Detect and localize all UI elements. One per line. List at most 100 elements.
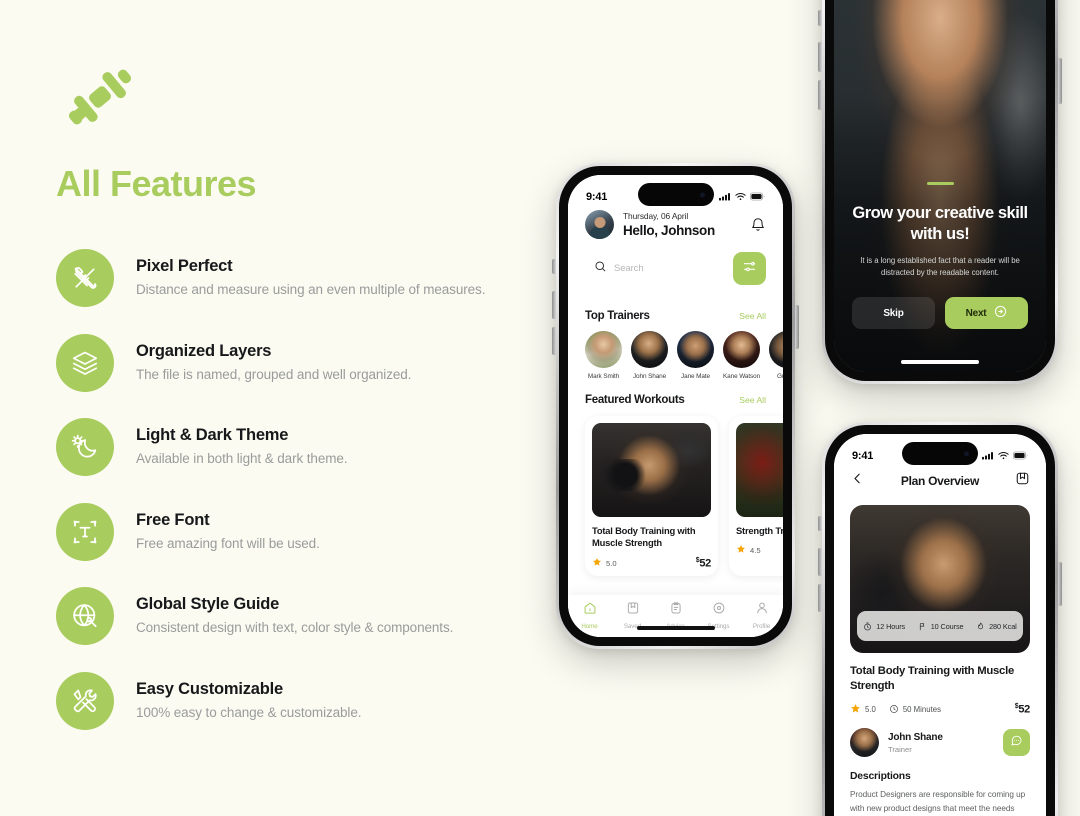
next-button[interactable]: Next: [945, 297, 1028, 329]
feature-item-free-font: Free Font Free amazing font will be used…: [56, 502, 526, 561]
tab-profile[interactable]: Profile: [742, 601, 782, 630]
pagination-dot-active[interactable]: [926, 181, 954, 185]
workout-card[interactable]: Strength Training 4.5: [729, 416, 783, 577]
wifi-icon: [735, 188, 746, 206]
plan-nav-bar: Plan Overview: [834, 471, 1046, 491]
see-all-trainers-link[interactable]: See All: [739, 311, 766, 321]
phone-mockup-plan-overview: 9:41 Plan Overview 12 Hours 10 Course 28…: [818, 422, 1062, 816]
pill-label: 12 Hours: [876, 621, 906, 631]
workout-rating-value: 5.0: [606, 558, 617, 568]
trainer-name: Guy He: [776, 373, 783, 380]
star-icon: [850, 703, 861, 716]
gear-icon: [713, 602, 724, 614]
featured-workouts-header: Featured Workouts See All: [568, 394, 783, 406]
trainer-name: Mark Smith: [587, 373, 620, 380]
home-indicator[interactable]: [636, 626, 715, 630]
plan-nav-title: Plan Overview: [900, 474, 980, 488]
signal-icon: [982, 447, 994, 465]
bell-icon[interactable]: [750, 217, 766, 233]
trainer-item[interactable]: Guy He: [769, 331, 783, 380]
flag-icon: [919, 622, 924, 630]
feature-list: Pixel Perfect Distance and measure using…: [56, 248, 526, 755]
descriptions-body: Product Designers are responsible for co…: [850, 790, 1026, 813]
plan-meta-row: 5.0 50 Minutes $52: [850, 703, 1030, 716]
feature-title: Organized Layers: [136, 341, 272, 360]
search-input[interactable]: Search: [585, 253, 724, 284]
battery-icon: [1013, 447, 1028, 465]
chat-button[interactable]: [1003, 729, 1030, 757]
workout-card-list[interactable]: Total Body Training with Muscle Strength…: [568, 416, 783, 577]
plan-duration: 50 Minutes: [889, 704, 941, 716]
pill-course: 10 Course: [918, 622, 964, 631]
workout-image: [592, 423, 711, 517]
plan-trainer-row[interactable]: John Shane Trainer: [850, 728, 1030, 758]
pill-label: 10 Course: [930, 621, 964, 631]
workout-price: $52: [696, 557, 712, 570]
trainer-item[interactable]: Mark Smith: [585, 331, 622, 380]
chat-icon: [1010, 734, 1023, 752]
star-icon: [736, 544, 746, 556]
plan-rating: 5.0: [850, 703, 876, 716]
tab-home[interactable]: Home: [570, 601, 610, 630]
workout-title: Total Body Training with Muscle Strength: [592, 525, 696, 549]
feature-desc: The file is named, grouped and well orga…: [136, 366, 412, 382]
greeting-row: Thursday, 06 April Hello, Johnson: [585, 210, 766, 239]
greeting-texts: Thursday, 06 April Hello, Johnson: [623, 211, 750, 238]
feature-item-easy-customizable: Easy Customizable 100% easy to change & …: [56, 671, 526, 730]
trainer-avatar: [769, 331, 783, 368]
signal-icon: [719, 188, 731, 206]
tab-label: Profile: [752, 623, 771, 630]
feature-text: Organized Layers The file is named, grou…: [136, 333, 411, 382]
trainer-avatar: [723, 331, 760, 368]
tab-label: Home: [581, 623, 598, 630]
trainer-item[interactable]: Kane Watson: [723, 331, 760, 380]
text-frame-icon: [56, 502, 114, 561]
trainer-avatar: [850, 728, 879, 758]
next-button-label: Next: [965, 307, 987, 319]
timer-icon: [864, 622, 872, 630]
home-icon: [584, 602, 595, 614]
feature-desc: Consistent design with text, color style…: [136, 620, 454, 635]
workout-rating: 5.0: [592, 557, 617, 569]
see-all-workouts-link[interactable]: See All: [739, 395, 766, 405]
trainer-item[interactable]: John Shane: [631, 331, 668, 380]
pill-hours: 12 Hours: [863, 622, 905, 631]
feature-item-light-dark-theme: Light & Dark Theme Available in both lig…: [56, 417, 526, 476]
onboarding-subtitle: It is a long established fact that a rea…: [860, 255, 1020, 277]
feature-desc: Available in both light & dark theme.: [136, 451, 348, 466]
home-indicator[interactable]: [901, 360, 979, 364]
greeting-date: Thursday, 06 April: [623, 211, 689, 221]
workout-card[interactable]: Total Body Training with Muscle Strength…: [585, 416, 718, 577]
trainer-item[interactable]: Jane Mate: [677, 331, 714, 380]
workout-title: Strength Training: [736, 525, 783, 536]
section-title-featured-workouts: Featured Workouts: [585, 394, 685, 406]
battery-icon: [750, 188, 765, 206]
plan-duration-value: 50 Minutes: [902, 705, 941, 715]
onboarding-title: Grow your creative skill with us!: [852, 203, 1028, 243]
onboarding-content: Grow your creative skill with us! It is …: [834, 181, 1046, 329]
trainer-name: John Shane: [888, 731, 943, 743]
workout-image: [736, 423, 783, 517]
trainer-avatar: [631, 331, 668, 368]
trainers-list[interactable]: Mark Smith John Shane Jane Mate Kane Wat…: [568, 331, 783, 380]
chevron-left-icon[interactable]: [850, 471, 865, 491]
feature-title: Global Style Guide: [136, 595, 280, 613]
search-row: Search: [585, 252, 766, 285]
star-icon: [592, 557, 602, 569]
feature-title: Easy Customizable: [136, 679, 283, 698]
pill-label: 280 Kcal: [989, 621, 1017, 631]
trainer-info: John Shane Trainer: [888, 732, 1003, 754]
top-trainers-header: Top Trainers See All: [568, 310, 783, 322]
feature-text: Light & Dark Theme Available in both lig…: [136, 417, 348, 466]
bookmark-icon[interactable]: [1015, 471, 1030, 491]
feature-title: Pixel Perfect: [136, 257, 233, 275]
onboarding-pagination[interactable]: [852, 181, 1028, 185]
skip-button[interactable]: Skip: [852, 297, 935, 329]
wrench-screwdriver-icon: [56, 671, 114, 730]
greeting-message: Hello, Johnson: [623, 223, 715, 238]
avatar[interactable]: [585, 210, 614, 239]
filter-button[interactable]: [733, 252, 766, 285]
features-panel: All Features Pixel Perfect Distance and …: [0, 0, 545, 816]
workout-meta: 5.0 $52: [592, 557, 712, 570]
page-root: All Features Pixel Perfect Distance and …: [0, 0, 1080, 816]
